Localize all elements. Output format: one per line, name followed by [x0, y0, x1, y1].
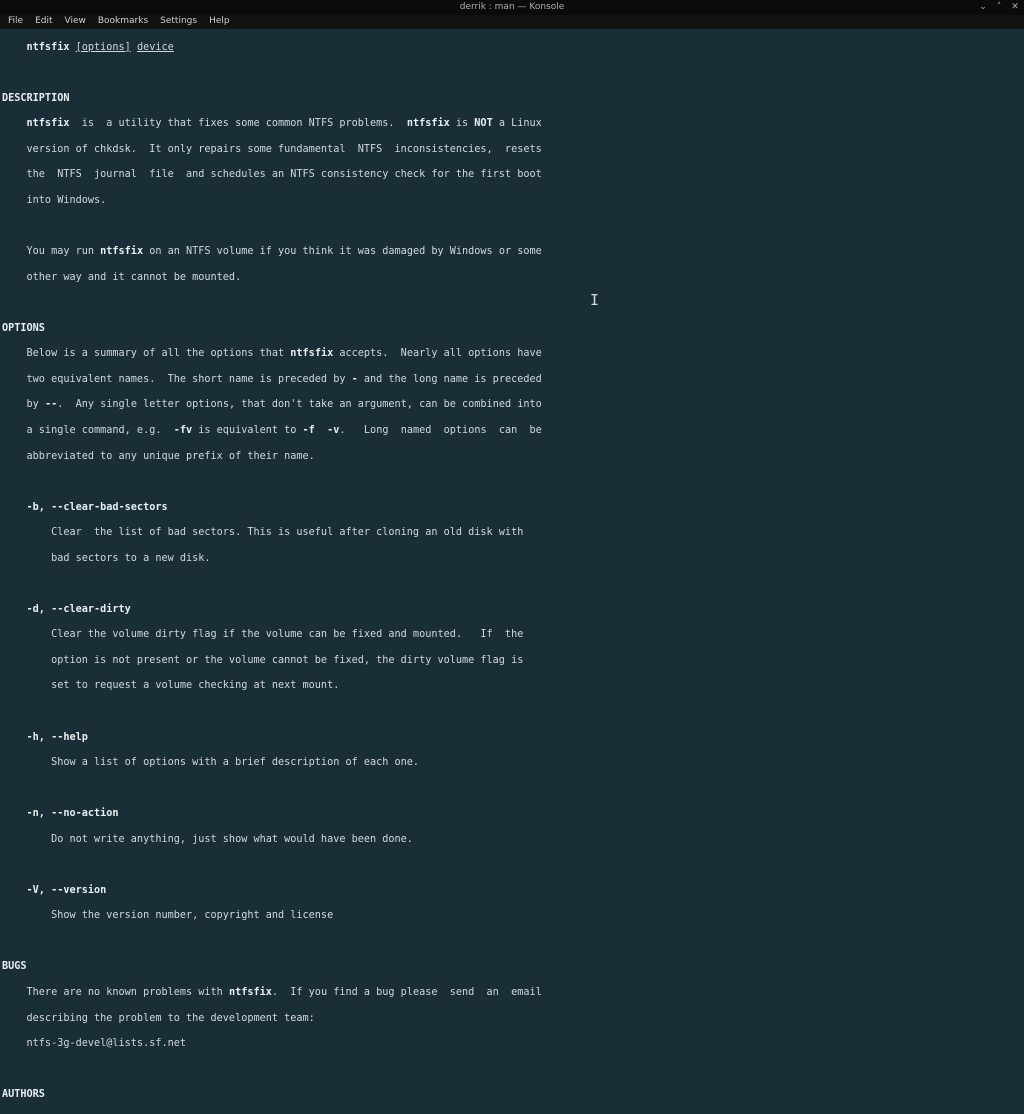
opts-intro3: by --. Any single letter options, that d…: [2, 399, 1024, 412]
terminal-output[interactable]: ntfsfix [options] device DESCRIPTION ntf…: [0, 29, 1024, 557]
menu-edit[interactable]: Edit: [35, 16, 52, 27]
desc-l1: ntfsfix is a utility that fixes some com…: [2, 118, 1024, 131]
opt-d-name: -d, --clear-dirty: [2, 604, 1024, 617]
window-title: derrik : man — Konsole: [460, 2, 565, 13]
opt-n-l1: Do not write anything, just show what wo…: [2, 834, 1024, 847]
opt-b-name: -b, --clear-bad-sectors: [2, 502, 1024, 515]
menu-help[interactable]: Help: [209, 16, 230, 27]
section-authors: AUTHORS: [2, 1089, 1024, 1102]
opts-intro5: abbreviated to any unique prefix of thei…: [2, 451, 1024, 464]
opts-intro2: two equivalent names. The short name is …: [2, 374, 1024, 387]
menubar: File Edit View Bookmarks Settings Help: [0, 15, 1024, 29]
desc-l4: into Windows.: [2, 195, 1024, 208]
desc-l6: other way and it cannot be mounted.: [2, 272, 1024, 285]
bugs-l1: There are no known problems with ntfsfix…: [2, 987, 1024, 1000]
bugs-l3: ntfs-3g-devel@lists.sf.net: [2, 1038, 1024, 1051]
desc-l2: version of chkdsk. It only repairs some …: [2, 144, 1024, 157]
opt-b-l1: Clear the list of bad sectors. This is u…: [2, 527, 1024, 540]
close-icon[interactable]: ✕: [1010, 3, 1020, 13]
window-titlebar: derrik : man — Konsole ⌄ ˄ ✕: [0, 0, 1024, 15]
section-description: DESCRIPTION: [2, 93, 1024, 106]
synopsis-device: device: [137, 42, 174, 53]
opt-v-l1: Show the version number, copyright and l…: [2, 910, 1024, 923]
menu-view[interactable]: View: [65, 16, 86, 27]
opt-b-l2: bad sectors to a new disk.: [2, 553, 1024, 566]
text-cursor-icon: I: [590, 291, 599, 310]
opt-d-l2: option is not present or the volume cann…: [2, 655, 1024, 668]
window-controls: ⌄ ˄ ✕: [978, 0, 1020, 15]
section-options: OPTIONS: [2, 323, 1024, 336]
synopsis-options: [options]: [76, 42, 131, 53]
desc-l3: the NTFS journal file and schedules an N…: [2, 169, 1024, 182]
menu-file[interactable]: File: [8, 16, 23, 27]
opt-d-l1: Clear the volume dirty flag if the volum…: [2, 629, 1024, 642]
desc-l5: You may run ntfsfix on an NTFS volume if…: [2, 246, 1024, 259]
opts-intro1: Below is a summary of all the options th…: [2, 348, 1024, 361]
minimize-icon[interactable]: ⌄: [978, 3, 988, 13]
opt-h-name: -h, --help: [2, 732, 1024, 745]
opt-v-name: -V, --version: [2, 885, 1024, 898]
section-bugs: BUGS: [2, 961, 1024, 974]
menu-settings[interactable]: Settings: [160, 16, 197, 27]
opt-h-l1: Show a list of options with a brief desc…: [2, 757, 1024, 770]
synopsis-line: ntfsfix [options] device: [2, 42, 1024, 55]
menu-bookmarks[interactable]: Bookmarks: [98, 16, 148, 27]
maximize-icon[interactable]: ˄: [994, 3, 1004, 13]
opt-d-l3: set to request a volume checking at next…: [2, 680, 1024, 693]
opts-intro4: a single command, e.g. -fv is equivalent…: [2, 425, 1024, 438]
synopsis-cmd: ntfsfix: [27, 42, 70, 53]
opt-n-name: -n, --no-action: [2, 808, 1024, 821]
bugs-l2: describing the problem to the developmen…: [2, 1013, 1024, 1026]
